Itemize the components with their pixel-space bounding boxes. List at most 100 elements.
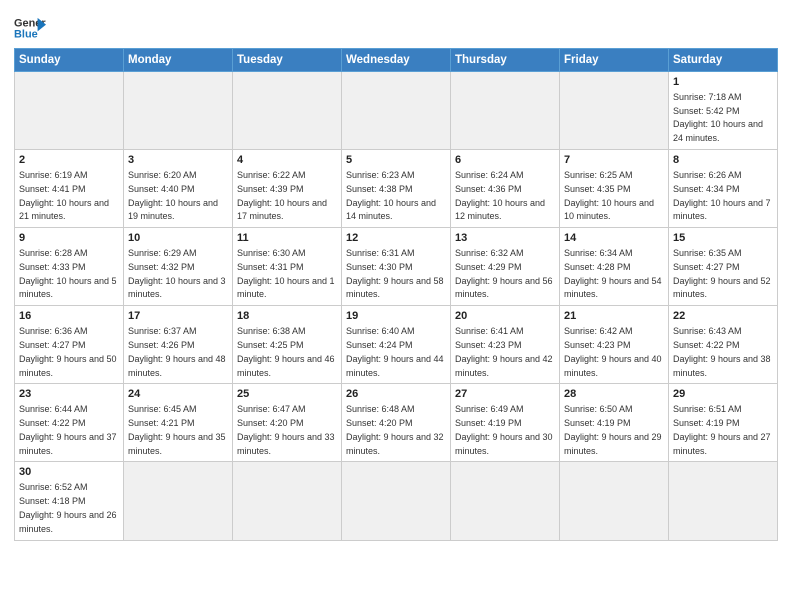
day-cell: 24Sunrise: 6:45 AM Sunset: 4:21 PM Dayli… — [124, 384, 233, 462]
day-info: Sunrise: 6:48 AM Sunset: 4:20 PM Dayligh… — [346, 404, 444, 455]
day-info: Sunrise: 6:34 AM Sunset: 4:28 PM Dayligh… — [564, 248, 662, 299]
day-number: 21 — [564, 309, 664, 324]
day-number: 13 — [455, 231, 555, 246]
day-number: 6 — [455, 153, 555, 168]
day-info: Sunrise: 6:20 AM Sunset: 4:40 PM Dayligh… — [128, 170, 218, 221]
day-cell — [124, 72, 233, 150]
day-number: 10 — [128, 231, 228, 246]
logo: General Blue — [14, 14, 46, 42]
col-header-sunday: Sunday — [15, 49, 124, 72]
day-info: Sunrise: 6:37 AM Sunset: 4:26 PM Dayligh… — [128, 326, 226, 377]
day-cell: 2 Sunrise: 6:19 AM Sunset: 4:41 PM Daylig… — [15, 150, 124, 228]
week-row-3: 16 Sunrise: 6:36 AM Sunset: 4:27 PM Dayli… — [15, 306, 778, 384]
day-cell — [233, 72, 342, 150]
day-number: 15 — [673, 231, 773, 246]
day-cell: 23 Sunrise: 6:44 AM Sunset: 4:22 PM Dayli… — [15, 384, 124, 462]
day-info: Sunrise: 6:22 AM Sunset: 4:39 PM Dayligh… — [237, 170, 327, 221]
day-cell: 11Sunrise: 6:30 AM Sunset: 4:31 PM Dayli… — [233, 228, 342, 306]
day-cell — [15, 72, 124, 150]
day-cell — [560, 72, 669, 150]
page: General Blue SundayMondayTuesdayWednesda… — [0, 0, 792, 612]
col-header-saturday: Saturday — [669, 49, 778, 72]
day-cell: 4Sunrise: 6:22 AM Sunset: 4:39 PM Daylig… — [233, 150, 342, 228]
day-cell — [233, 462, 342, 540]
day-cell: 13 Sunrise: 6:32 AM Sunset: 4:29 PM Dayli… — [451, 228, 560, 306]
day-cell: 14Sunrise: 6:34 AM Sunset: 4:28 PM Dayli… — [560, 228, 669, 306]
day-number: 28 — [564, 387, 664, 402]
col-header-wednesday: Wednesday — [342, 49, 451, 72]
day-cell: 7 Sunrise: 6:25 AM Sunset: 4:35 PM Daylig… — [560, 150, 669, 228]
day-number: 20 — [455, 309, 555, 324]
day-number: 2 — [19, 153, 119, 168]
day-info: Sunrise: 6:36 AM Sunset: 4:27 PM Dayligh… — [19, 326, 117, 377]
day-number: 17 — [128, 309, 228, 324]
header-row: SundayMondayTuesdayWednesdayThursdayFrid… — [15, 49, 778, 72]
day-number: 25 — [237, 387, 337, 402]
day-cell — [451, 72, 560, 150]
day-cell — [342, 72, 451, 150]
day-info: Sunrise: 6:44 AM Sunset: 4:22 PM Dayligh… — [19, 404, 117, 455]
day-info: Sunrise: 6:35 AM Sunset: 4:27 PM Dayligh… — [673, 248, 771, 299]
day-cell: 28 Sunrise: 6:50 AM Sunset: 4:19 PM Dayli… — [560, 384, 669, 462]
day-cell: 19Sunrise: 6:40 AM Sunset: 4:24 PM Dayli… — [342, 306, 451, 384]
day-number: 16 — [19, 309, 119, 324]
day-info: Sunrise: 6:50 AM Sunset: 4:19 PM Dayligh… — [564, 404, 662, 455]
week-row-4: 23 Sunrise: 6:44 AM Sunset: 4:22 PM Dayli… — [15, 384, 778, 462]
day-info: Sunrise: 6:23 AM Sunset: 4:38 PM Dayligh… — [346, 170, 436, 221]
header: General Blue — [14, 10, 778, 42]
day-number: 30 — [19, 465, 119, 480]
day-info: Sunrise: 6:24 AM Sunset: 4:36 PM Dayligh… — [455, 170, 545, 221]
day-cell: 27Sunrise: 6:49 AM Sunset: 4:19 PM Dayli… — [451, 384, 560, 462]
week-row-2: 9Sunrise: 6:28 AM Sunset: 4:33 PM Daylig… — [15, 228, 778, 306]
calendar-table: SundayMondayTuesdayWednesdayThursdayFrid… — [14, 48, 778, 541]
day-cell: 8 Sunrise: 6:26 AM Sunset: 4:34 PM Daylig… — [669, 150, 778, 228]
day-cell — [669, 462, 778, 540]
day-cell: 22 Sunrise: 6:43 AM Sunset: 4:22 PM Dayli… — [669, 306, 778, 384]
day-cell: 26 Sunrise: 6:48 AM Sunset: 4:20 PM Dayli… — [342, 384, 451, 462]
day-number: 23 — [19, 387, 119, 402]
day-info: Sunrise: 6:41 AM Sunset: 4:23 PM Dayligh… — [455, 326, 553, 377]
day-info: Sunrise: 6:52 AM Sunset: 4:18 PM Dayligh… — [19, 482, 117, 533]
day-info: Sunrise: 6:32 AM Sunset: 4:29 PM Dayligh… — [455, 248, 553, 299]
day-info: Sunrise: 6:31 AM Sunset: 4:30 PM Dayligh… — [346, 248, 444, 299]
day-cell: 3 Sunrise: 6:20 AM Sunset: 4:40 PM Daylig… — [124, 150, 233, 228]
day-cell: 1Sunrise: 7:18 AM Sunset: 5:42 PM Daylig… — [669, 72, 778, 150]
day-info: Sunrise: 6:25 AM Sunset: 4:35 PM Dayligh… — [564, 170, 654, 221]
day-cell: 29 Sunrise: 6:51 AM Sunset: 4:19 PM Dayli… — [669, 384, 778, 462]
week-row-1: 2 Sunrise: 6:19 AM Sunset: 4:41 PM Daylig… — [15, 150, 778, 228]
day-info: Sunrise: 7:18 AM Sunset: 5:42 PM Dayligh… — [673, 92, 763, 143]
day-number: 18 — [237, 309, 337, 324]
day-cell: 15 Sunrise: 6:35 AM Sunset: 4:27 PM Dayli… — [669, 228, 778, 306]
day-number: 26 — [346, 387, 446, 402]
svg-text:Blue: Blue — [14, 28, 38, 40]
day-number: 9 — [19, 231, 119, 246]
day-number: 3 — [128, 153, 228, 168]
day-info: Sunrise: 6:30 AM Sunset: 4:31 PM Dayligh… — [237, 248, 335, 299]
day-info: Sunrise: 6:38 AM Sunset: 4:25 PM Dayligh… — [237, 326, 335, 377]
day-info: Sunrise: 6:51 AM Sunset: 4:19 PM Dayligh… — [673, 404, 771, 455]
day-number: 5 — [346, 153, 446, 168]
day-cell — [342, 462, 451, 540]
day-info: Sunrise: 6:42 AM Sunset: 4:23 PM Dayligh… — [564, 326, 662, 377]
day-cell — [124, 462, 233, 540]
day-number: 8 — [673, 153, 773, 168]
col-header-monday: Monday — [124, 49, 233, 72]
day-info: Sunrise: 6:26 AM Sunset: 4:34 PM Dayligh… — [673, 170, 771, 221]
day-number: 12 — [346, 231, 446, 246]
day-info: Sunrise: 6:45 AM Sunset: 4:21 PM Dayligh… — [128, 404, 226, 455]
day-number: 22 — [673, 309, 773, 324]
day-cell: 5 Sunrise: 6:23 AM Sunset: 4:38 PM Daylig… — [342, 150, 451, 228]
day-cell: 12 Sunrise: 6:31 AM Sunset: 4:30 PM Dayli… — [342, 228, 451, 306]
day-cell: 25Sunrise: 6:47 AM Sunset: 4:20 PM Dayli… — [233, 384, 342, 462]
col-header-tuesday: Tuesday — [233, 49, 342, 72]
day-cell: 30 Sunrise: 6:52 AM Sunset: 4:18 PM Dayli… — [15, 462, 124, 540]
day-cell: 10 Sunrise: 6:29 AM Sunset: 4:32 PM Dayli… — [124, 228, 233, 306]
day-cell: 17 Sunrise: 6:37 AM Sunset: 4:26 PM Dayli… — [124, 306, 233, 384]
day-cell: 9Sunrise: 6:28 AM Sunset: 4:33 PM Daylig… — [15, 228, 124, 306]
day-info: Sunrise: 6:29 AM Sunset: 4:32 PM Dayligh… — [128, 248, 226, 299]
day-cell — [560, 462, 669, 540]
day-info: Sunrise: 6:19 AM Sunset: 4:41 PM Dayligh… — [19, 170, 109, 221]
day-number: 7 — [564, 153, 664, 168]
day-number: 29 — [673, 387, 773, 402]
day-info: Sunrise: 6:43 AM Sunset: 4:22 PM Dayligh… — [673, 326, 771, 377]
